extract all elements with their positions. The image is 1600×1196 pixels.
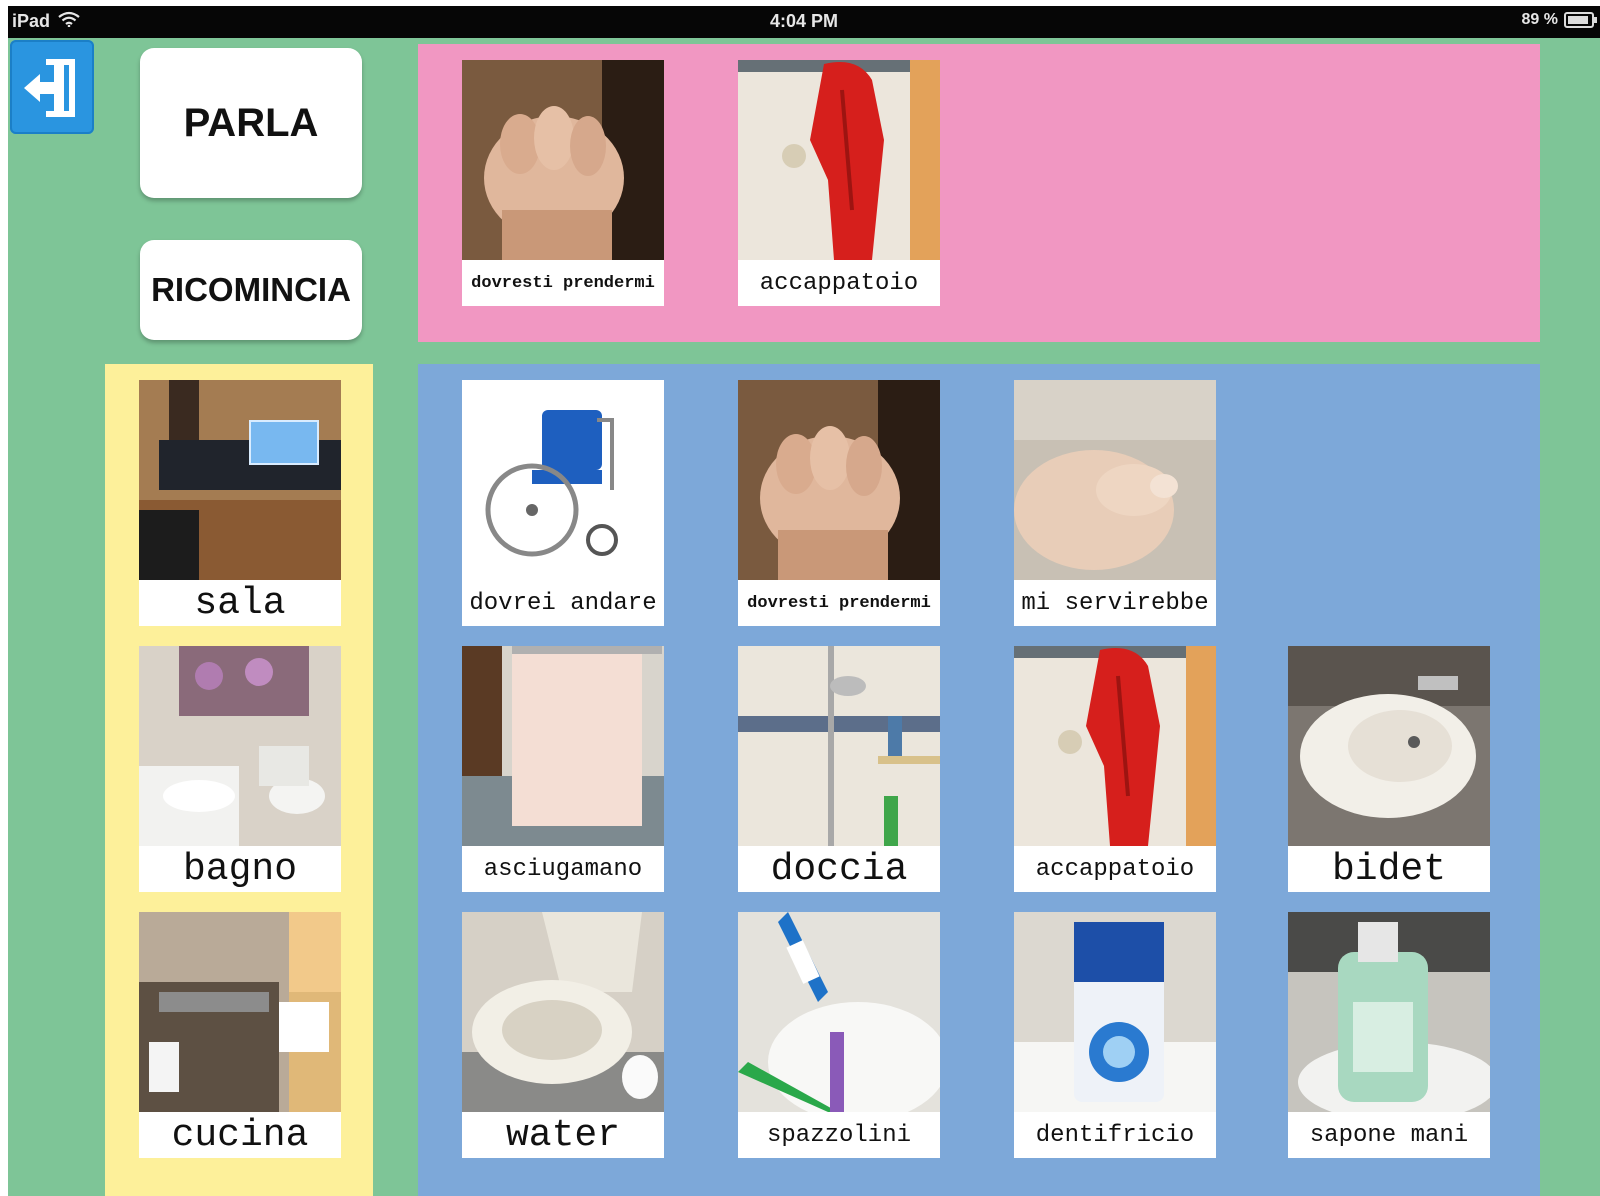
- app-screen: iPad 4:04 PM 89 % PARLA RICOMINCIA dovre…: [8, 6, 1600, 1196]
- category-card-sala[interactable]: sala: [139, 380, 341, 626]
- hand-soap-image: [1288, 912, 1490, 1112]
- towel-image: [462, 646, 664, 846]
- red-bathrobe-image: [1014, 646, 1216, 846]
- battery-fill: [1568, 16, 1588, 24]
- word-label: bidet: [1331, 847, 1447, 891]
- word-card-bidet[interactable]: bidet: [1288, 646, 1490, 892]
- phrase-strip: dovresti prendermi accappatoio: [418, 44, 1540, 342]
- word-label: doccia: [770, 847, 908, 891]
- shower-image: [738, 646, 940, 846]
- word-card-dovrei-andare[interactable]: dovrei andare: [462, 380, 664, 626]
- category-label: bagno: [182, 847, 298, 891]
- word-card-mi-servirebbe[interactable]: mi servirebbe: [1014, 380, 1216, 626]
- battery-icon: [1564, 12, 1597, 28]
- word-card-dovresti-prendermi[interactable]: dovresti prendermi: [738, 380, 940, 626]
- battery-percent: 89 %: [1521, 11, 1558, 28]
- category-label: sala: [194, 581, 286, 625]
- word-label: dentifricio: [1035, 1121, 1195, 1149]
- words-panel: dovrei andare dovresti prendermi mi serv…: [418, 364, 1540, 1196]
- category-label: cucina: [171, 1113, 309, 1157]
- kitchen-image: [139, 912, 341, 1112]
- phrase-card-bathrobe[interactable]: accappatoio: [738, 60, 940, 306]
- word-card-asciugamano[interactable]: asciugamano: [462, 646, 664, 892]
- word-label: accappatoio: [1035, 855, 1195, 883]
- category-card-bagno[interactable]: bagno: [139, 646, 341, 892]
- category-panel: sala bagno cucina: [105, 364, 373, 1196]
- restart-button[interactable]: RICOMINCIA: [140, 240, 362, 340]
- status-right: 89 %: [1521, 11, 1597, 29]
- category-card-cucina[interactable]: cucina: [139, 912, 341, 1158]
- toilet-image: [462, 912, 664, 1112]
- phrase-card-fist[interactable]: dovresti prendermi: [462, 60, 664, 306]
- word-card-water[interactable]: water: [462, 912, 664, 1158]
- word-card-sapone-mani[interactable]: sapone mani: [1288, 912, 1490, 1158]
- wheelchair-image: [462, 380, 664, 580]
- red-bathrobe-image: [738, 60, 940, 260]
- word-label: asciugamano: [483, 855, 643, 883]
- phrase-card-label: dovresti prendermi: [471, 273, 655, 293]
- phrase-card-label: accappatoio: [759, 269, 919, 297]
- status-bar: iPad 4:04 PM 89 %: [8, 6, 1600, 38]
- word-card-accappatoio[interactable]: accappatoio: [1014, 646, 1216, 892]
- word-label: mi servirebbe: [1021, 589, 1209, 617]
- word-card-doccia[interactable]: doccia: [738, 646, 940, 892]
- word-label: water: [505, 1113, 621, 1157]
- word-card-dentifricio[interactable]: dentifricio: [1014, 912, 1216, 1158]
- word-label: dovresti prendermi: [747, 593, 931, 613]
- word-card-spazzolini[interactable]: spazzolini: [738, 912, 940, 1158]
- fist-gesture-image: [738, 380, 940, 580]
- word-label: spazzolini: [766, 1121, 912, 1149]
- toothbrushes-image: [738, 912, 940, 1112]
- hand-gesture-image: [1014, 380, 1216, 580]
- fist-gesture-image: [462, 60, 664, 260]
- bidet-image: [1288, 646, 1490, 846]
- word-label: dovrei andare: [469, 589, 657, 617]
- clock: 4:04 PM: [769, 11, 839, 31]
- bathroom-image: [139, 646, 341, 846]
- toothpaste-image: [1014, 912, 1216, 1112]
- living-room-image: [139, 380, 341, 580]
- speak-button[interactable]: PARLA: [140, 48, 362, 198]
- exit-button[interactable]: [10, 40, 94, 134]
- word-label: sapone mani: [1309, 1121, 1469, 1149]
- exit-arrow-icon: [24, 59, 75, 117]
